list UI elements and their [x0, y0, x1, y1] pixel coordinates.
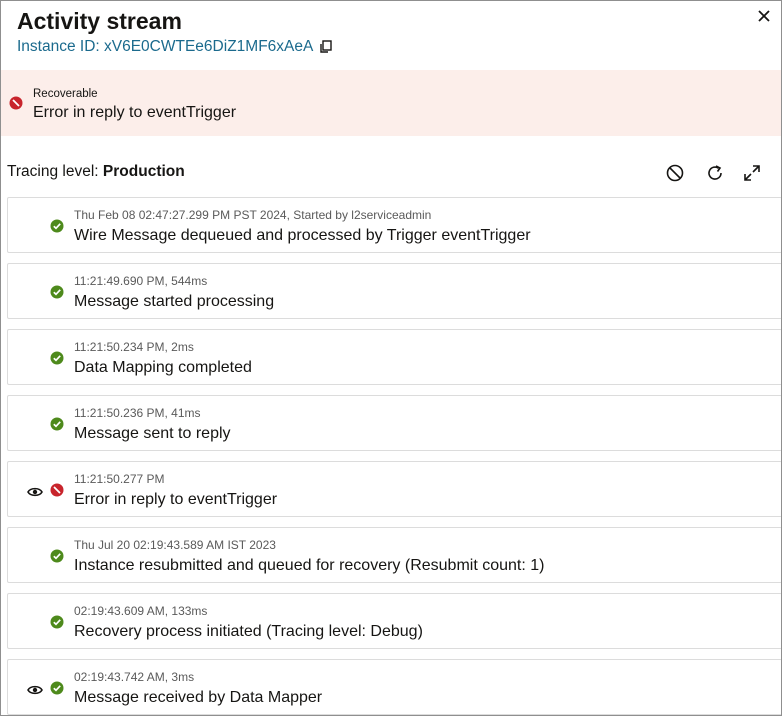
success-check-icon [50, 681, 64, 700]
banner-status: Recoverable [33, 88, 98, 100]
success-check-icon [50, 285, 64, 304]
expand-button[interactable] [740, 161, 764, 185]
event-card[interactable]: 02:19:43.742 AM, 3ms Message received by … [7, 659, 781, 715]
event-timestamp: 11:21:50.234 PM, 2ms [74, 340, 194, 354]
event-message: Error in reply to eventTrigger [74, 491, 278, 508]
close-button[interactable] [755, 7, 773, 25]
event-timestamp: Thu Feb 08 02:47:27.299 PM PST 2024, Sta… [74, 208, 432, 222]
event-message: Recovery process initiated (Tracing leve… [74, 623, 423, 640]
tracing-level-label: Tracing level: [7, 163, 99, 180]
event-timestamp: 11:21:50.236 PM, 41ms [74, 406, 201, 420]
event-card[interactable]: 11:21:50.236 PM, 41ms Message sent to rep… [7, 395, 781, 451]
event-message: Wire Message dequeued and processed by T… [74, 227, 531, 244]
event-card[interactable]: 11:21:50.277 PM Error in reply to eventTr… [7, 461, 781, 517]
cancel-button[interactable] [663, 161, 687, 185]
close-icon [758, 10, 770, 22]
event-timestamp: Thu Jul 20 02:19:43.589 AM IST 2023 [74, 538, 276, 552]
event-message: Message started processing [74, 293, 275, 310]
event-message: Data Mapping completed [74, 359, 252, 376]
cancel-icon [666, 164, 684, 182]
instance-id-link[interactable]: Instance ID: xV6E0CWTEe6DiZ1MF6xAeA [17, 37, 313, 57]
success-check-icon [50, 417, 64, 436]
event-card[interactable]: Thu Feb 08 02:47:27.299 PM PST 2024, Sta… [7, 197, 781, 253]
activity-stream-panel: Activity stream Instance ID: xV6E0CWTEe6… [0, 0, 782, 716]
event-timestamp: 11:21:50.277 PM [74, 472, 165, 486]
error-icon [9, 96, 23, 115]
event-timestamp: 02:19:43.742 AM, 3ms [74, 670, 195, 684]
event-card[interactable]: 11:21:49.690 PM, 544ms Message started pr… [7, 263, 781, 319]
tracing-level: Tracing level: Production [7, 163, 185, 180]
success-check-icon [50, 549, 64, 568]
event-message: Message sent to reply [74, 425, 231, 442]
tracing-toolbar: Tracing level: Production [7, 161, 781, 185]
page-title: Activity stream [17, 8, 182, 34]
refresh-button[interactable] [703, 161, 727, 185]
success-check-icon [50, 615, 64, 634]
event-card[interactable]: 02:19:43.609 AM, 133ms Recovery process i… [7, 593, 781, 649]
instance-id-row: Instance ID: xV6E0CWTEe6DiZ1MF6xAeA [17, 37, 333, 57]
event-timestamp: 11:21:49.690 PM, 544ms [74, 274, 208, 288]
view-payload-icon[interactable] [27, 485, 43, 503]
success-check-icon [50, 351, 64, 370]
copy-icon[interactable] [319, 40, 333, 54]
view-payload-icon[interactable] [27, 683, 43, 701]
panel-header: Activity stream Instance ID: xV6E0CWTEe6… [17, 7, 781, 69]
event-card[interactable]: Thu Jul 20 02:19:43.589 AM IST 2023 Insta… [7, 527, 781, 583]
event-timestamp: 02:19:43.609 AM, 133ms [74, 604, 208, 618]
banner-message: Error in reply to eventTrigger [33, 104, 237, 121]
expand-icon [744, 165, 760, 181]
success-check-icon [50, 219, 64, 238]
error-banner: Recoverable Error in reply to eventTrigg… [1, 70, 781, 136]
event-card[interactable]: 11:21:50.234 PM, 2ms Data Mapping complet… [7, 329, 781, 385]
tracing-level-value: Production [102, 163, 185, 180]
event-message: Instance resubmitted and queued for reco… [74, 557, 545, 574]
event-message: Message received by Data Mapper [74, 689, 323, 706]
refresh-icon [708, 165, 722, 180]
error-icon [50, 483, 64, 502]
